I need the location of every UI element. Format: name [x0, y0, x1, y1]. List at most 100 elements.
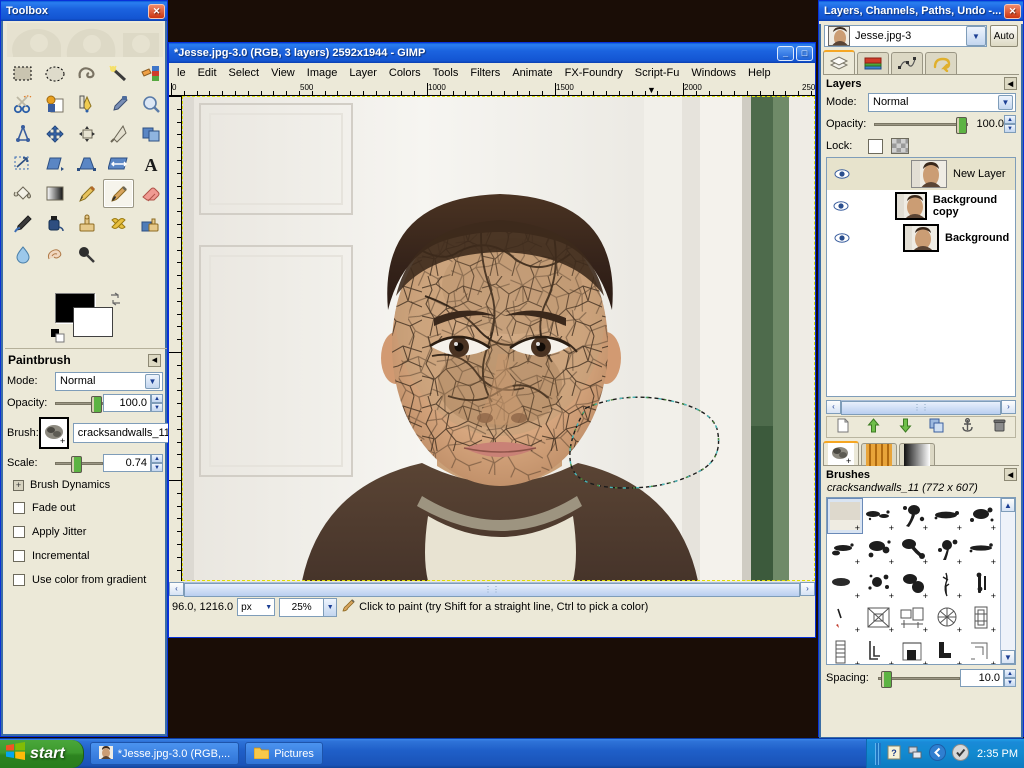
tab-paths[interactable]: [891, 52, 923, 74]
brush-name-field[interactable]: cracksandwalls_11: [72, 423, 171, 443]
heal-tool[interactable]: [103, 209, 134, 238]
shear-tool[interactable]: [39, 149, 70, 178]
opacity-stepper[interactable]: ▲ ▼: [151, 394, 163, 412]
help-icon[interactable]: ?: [887, 745, 902, 763]
brush-cell[interactable]: +: [862, 635, 896, 664]
stepper-down-icon[interactable]: ▼: [151, 403, 163, 412]
visibility-eye-icon[interactable]: [831, 232, 853, 244]
swap-colors-icon[interactable]: [109, 292, 123, 306]
layer-opacity-slider[interactable]: [874, 115, 968, 134]
scale-tool[interactable]: [7, 149, 38, 178]
horizontal-ruler[interactable]: 0 500 1000 1500 2000 2500 ▼: [169, 83, 815, 96]
stepper-up-icon[interactable]: ▲: [151, 394, 163, 403]
zoom-tool[interactable]: [135, 89, 166, 118]
lower-layer-button[interactable]: [898, 418, 913, 436]
flip-tool[interactable]: [103, 149, 134, 178]
tab-layers[interactable]: [823, 50, 855, 74]
scale-value-field[interactable]: 0.74: [103, 454, 151, 472]
brush-grid-scrollbar[interactable]: ▲ ▼: [1000, 498, 1015, 664]
image-selector[interactable]: Jesse.jpg-3 ▼: [824, 25, 987, 47]
menu-windows[interactable]: Windows: [685, 65, 742, 81]
stepper-up-icon[interactable]: ▲: [151, 454, 163, 463]
collapse-icon[interactable]: ◀: [1004, 468, 1017, 481]
lock-pixels-checkbox[interactable]: [868, 138, 883, 154]
ellipse-select-tool[interactable]: [39, 59, 70, 88]
color-picker-tool[interactable]: [103, 89, 134, 118]
menu-colors[interactable]: Colors: [383, 65, 427, 81]
stepper-up-icon[interactable]: ▲: [1004, 669, 1016, 678]
mode-select[interactable]: Normal ▼: [55, 371, 163, 391]
collapse-icon[interactable]: ◀: [148, 353, 161, 367]
brush-preview-button[interactable]: +: [38, 417, 69, 449]
scissors-select-tool[interactable]: [7, 89, 38, 118]
scale-slider[interactable]: [55, 454, 103, 473]
brush-cell[interactable]: +: [828, 635, 862, 664]
checkbox-use-color-from-gradient[interactable]: Use color from gradient: [13, 568, 167, 592]
maximize-button[interactable]: □: [796, 45, 813, 61]
layer-mode-select[interactable]: Normal ▼: [868, 92, 1016, 112]
brush-cell[interactable]: +: [896, 533, 930, 567]
layer-row-background-copy[interactable]: Background copy: [827, 190, 1015, 222]
stepper-up-icon[interactable]: ▲: [1004, 115, 1016, 124]
image-canvas[interactable]: [182, 96, 815, 581]
brush-dynamics-expander[interactable]: + Brush Dynamics: [13, 474, 167, 496]
scroll-up-icon[interactable]: ▲: [1001, 498, 1015, 512]
checkbox-icon[interactable]: [13, 502, 25, 514]
layer-list[interactable]: New Layer Background copy Background: [826, 157, 1016, 397]
tab-brushes[interactable]: +: [823, 441, 859, 465]
menu-animate[interactable]: Animate: [506, 65, 558, 81]
unit-select[interactable]: px ▼: [237, 598, 276, 616]
checkbox-icon[interactable]: [13, 574, 25, 586]
scale-knob[interactable]: [70, 455, 82, 473]
tab-channels[interactable]: [857, 52, 889, 74]
default-colors-icon[interactable]: [51, 329, 65, 343]
brush-cell[interactable]: +: [828, 567, 862, 601]
airbrush-tool[interactable]: [7, 209, 38, 238]
crop-tool[interactable]: [103, 119, 134, 148]
tab-gradients[interactable]: [899, 443, 935, 466]
layer-opacity-knob[interactable]: [956, 116, 967, 134]
brush-cell[interactable]: +: [862, 499, 896, 533]
lock-alpha-icon[interactable]: [891, 138, 909, 154]
updates-icon[interactable]: [952, 743, 970, 764]
paintbrush-tool[interactable]: [103, 179, 134, 208]
menu-file[interactable]: le: [171, 65, 192, 81]
dock-titlebar[interactable]: Layers, Channels, Paths, Undo -... ✕: [819, 1, 1023, 21]
visibility-eye-icon[interactable]: [831, 200, 850, 212]
ink-tool[interactable]: [39, 209, 70, 238]
checkbox-fade-out[interactable]: Fade out: [13, 496, 167, 520]
scroll-left-icon[interactable]: ‹: [826, 399, 841, 414]
opacity-knob[interactable]: [91, 395, 102, 413]
brush-cell[interactable]: +: [896, 567, 930, 601]
brush-cell[interactable]: +: [964, 635, 998, 664]
brush-cell[interactable]: +: [827, 498, 863, 534]
start-button[interactable]: start: [0, 739, 84, 768]
brush-cell[interactable]: +: [896, 601, 930, 635]
canvas-hscrollbar[interactable]: ‹ ⋮⋮ ›: [169, 581, 815, 597]
brush-cell[interactable]: +: [930, 499, 964, 533]
auto-button[interactable]: Auto: [990, 25, 1018, 47]
layer-hscroll-trough[interactable]: ⋮⋮: [841, 399, 1001, 415]
taskbar-item-pictures[interactable]: Pictures: [245, 742, 323, 765]
toolbox-titlebar[interactable]: Toolbox ✕: [1, 1, 167, 21]
perspective-clone-tool[interactable]: [135, 209, 166, 238]
perspective-tool[interactable]: [71, 149, 102, 178]
spacing-slider[interactable]: [878, 669, 960, 688]
scroll-left-icon[interactable]: ‹: [169, 581, 184, 596]
new-layer-button[interactable]: [835, 418, 850, 436]
toolbox-close-button[interactable]: ✕: [148, 3, 165, 19]
brush-cell[interactable]: +: [964, 499, 998, 533]
foreground-select-tool[interactable]: [39, 89, 70, 118]
brush-cell[interactable]: +: [862, 567, 896, 601]
menu-fx-foundry[interactable]: FX-Foundry: [559, 65, 629, 81]
taskbar-item-gimp[interactable]: *Jesse.jpg-3.0 (RGB,...: [89, 742, 240, 765]
duplicate-layer-button[interactable]: [929, 418, 944, 436]
select-by-color-tool[interactable]: [135, 59, 166, 88]
visibility-eye-icon[interactable]: [831, 168, 853, 180]
align-tool[interactable]: [71, 119, 102, 148]
delete-layer-button[interactable]: [992, 418, 1007, 436]
brush-cell[interactable]: +: [964, 533, 998, 567]
anchor-layer-button[interactable]: [960, 418, 975, 436]
checkbox-icon[interactable]: [13, 550, 25, 562]
spacing-value-field[interactable]: 10.0: [960, 669, 1004, 687]
